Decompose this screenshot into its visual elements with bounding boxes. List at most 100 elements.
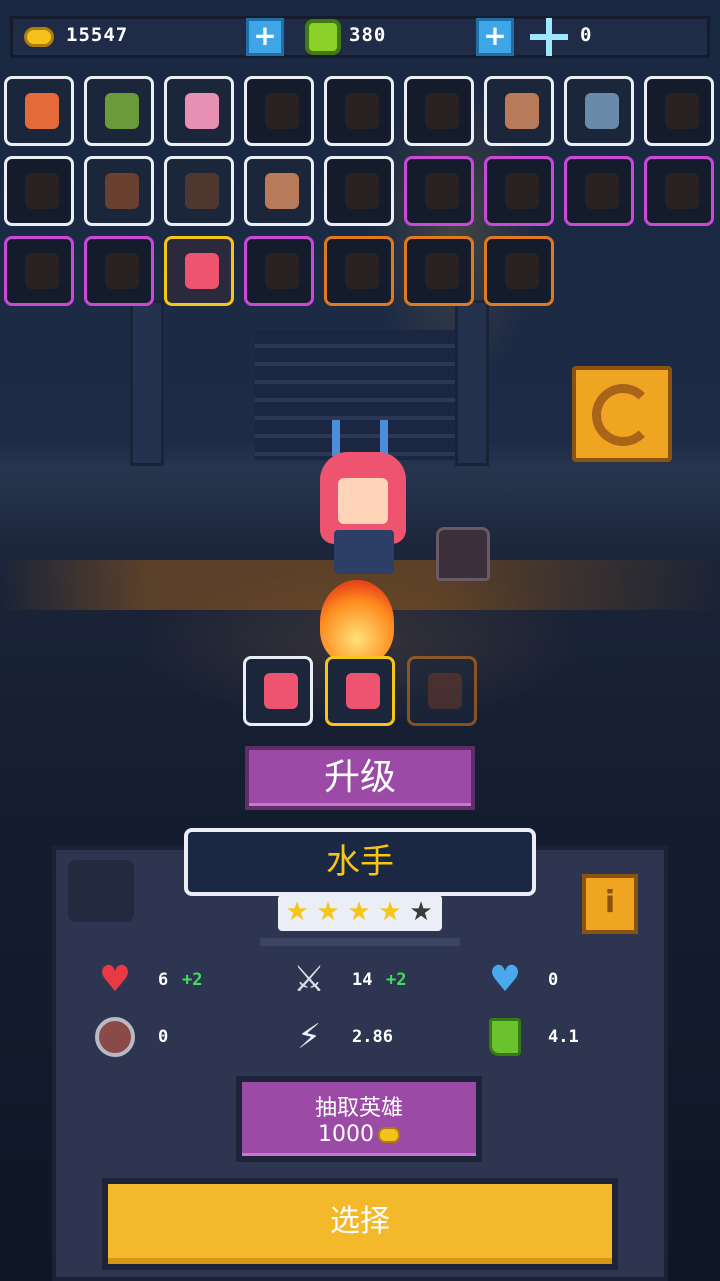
crystal-icon	[530, 18, 568, 56]
hero-name: 水手	[184, 828, 536, 896]
campfire-icon	[320, 580, 394, 664]
crystal-amount: 0	[580, 24, 593, 46]
hero-portrait-icon	[345, 173, 379, 209]
hero-portrait-icon	[105, 93, 139, 129]
hero-portrait-icon	[105, 253, 139, 289]
skin-slot-1[interactable]	[243, 656, 313, 726]
move-speed-boot-icon	[482, 1014, 528, 1060]
hero-slot[interactable]	[564, 156, 634, 226]
hero-portrait-icon	[505, 253, 539, 289]
hero-portrait-icon	[425, 93, 459, 129]
hero-slot[interactable]	[644, 156, 714, 226]
hero-slot[interactable]	[324, 156, 394, 226]
skin-slot-2-selected[interactable]	[325, 656, 395, 726]
shield-value: 0	[548, 970, 559, 990]
health-value: 6	[158, 970, 169, 990]
skin-slot-3-locked[interactable]	[407, 656, 477, 726]
hero-star-rating: ★ ★ ★ ★ ★	[278, 895, 442, 931]
move-speed-value: 4.1	[548, 1027, 579, 1047]
hero-portrait-icon	[425, 173, 459, 209]
star-icon: ★	[285, 897, 309, 927]
hero-slot[interactable]	[4, 236, 74, 306]
hero-slot[interactable]	[244, 76, 314, 146]
hero-slot[interactable]	[4, 76, 74, 146]
star-empty-icon: ★	[409, 897, 433, 927]
hero-slot[interactable]	[4, 156, 74, 226]
hero-portrait-icon	[265, 173, 299, 209]
hero-portrait-icon	[665, 173, 699, 209]
hero-portrait-icon	[585, 93, 619, 129]
hero-portrait-icon	[345, 253, 379, 289]
attack-swords-icon: ⚔	[292, 958, 326, 1000]
draw-hero-label: 抽取英雄	[314, 1096, 403, 1121]
hero-slot[interactable]	[164, 156, 234, 226]
refresh-icon	[592, 384, 654, 446]
hero-portrait-icon	[425, 253, 459, 289]
hero-portrait-icon	[665, 93, 699, 129]
hero-slot[interactable]	[484, 236, 554, 306]
hero-portrait-icon	[185, 93, 219, 129]
upgrade-button[interactable]: 升级	[245, 746, 475, 810]
hero-slot[interactable]	[84, 76, 154, 146]
hero-slot[interactable]	[324, 76, 394, 146]
hero-slot[interactable]	[84, 236, 154, 306]
info-button[interactable]: i	[582, 874, 638, 934]
hero-portrait-icon	[265, 93, 299, 129]
gold-coin-icon	[378, 1127, 400, 1143]
star-icon: ★	[316, 897, 340, 927]
hero-slot[interactable]	[564, 76, 634, 146]
armor-icon	[92, 1014, 138, 1060]
background-pillar	[455, 300, 489, 466]
gold-coin-icon	[24, 27, 54, 47]
hero-portrait-icon	[185, 173, 219, 209]
locked-hero-silhouette-icon	[68, 860, 134, 922]
hero-portrait-icon	[25, 253, 59, 289]
shield-heart-icon: ♥	[488, 958, 522, 1000]
refresh-button[interactable]	[572, 366, 672, 462]
hero-portrait-icon	[265, 253, 299, 289]
hero-slot[interactable]	[484, 76, 554, 146]
hero-portrait-icon	[428, 673, 462, 709]
gold-amount: 15547	[66, 24, 129, 46]
gem-amount: 380	[349, 24, 387, 46]
add-gold-button[interactable]: +	[246, 18, 284, 56]
add-gems-button[interactable]: +	[476, 18, 514, 56]
hero-slot[interactable]	[404, 76, 474, 146]
armor-value: 0	[158, 1027, 169, 1047]
draw-hero-cost: 1000	[242, 1122, 476, 1147]
hero-slot[interactable]	[404, 156, 474, 226]
hero-slot[interactable]	[404, 236, 474, 306]
star-icon: ★	[378, 897, 402, 927]
hero-portrait-icon	[105, 173, 139, 209]
hero-portrait-icon	[264, 673, 298, 709]
hero-portrait-icon	[345, 93, 379, 129]
hero-slot[interactable]	[324, 236, 394, 306]
character-body	[334, 530, 394, 574]
health-bonus: +2	[182, 970, 203, 990]
hero-slot[interactable]	[484, 156, 554, 226]
treasure-chest-icon[interactable]	[436, 527, 490, 581]
hero-portrait-icon	[505, 93, 539, 129]
character-face	[338, 478, 388, 524]
hero-slot[interactable]	[164, 236, 234, 306]
gem-icon	[305, 19, 341, 55]
hero-slot[interactable]	[244, 156, 314, 226]
hero-portrait-icon	[346, 673, 380, 709]
divider	[260, 938, 460, 946]
attack-speed-sword-icon: ⚡	[297, 1017, 321, 1057]
draw-hero-button[interactable]: 抽取英雄 1000	[236, 1076, 482, 1162]
hero-slot[interactable]	[84, 156, 154, 226]
select-button[interactable]: 选择	[102, 1178, 618, 1270]
hero-portrait-icon	[25, 93, 59, 129]
health-heart-icon: ♥	[98, 958, 132, 1000]
character-headband	[332, 420, 388, 456]
hero-portrait-icon	[185, 253, 219, 289]
background-pillar	[130, 300, 164, 466]
attack-value: 14	[352, 970, 373, 990]
hero-slot[interactable]	[244, 236, 314, 306]
hero-portrait-icon	[585, 173, 619, 209]
star-icon: ★	[347, 897, 371, 927]
attack-speed-value: 2.86	[352, 1027, 393, 1047]
hero-slot[interactable]	[164, 76, 234, 146]
hero-slot[interactable]	[644, 76, 714, 146]
